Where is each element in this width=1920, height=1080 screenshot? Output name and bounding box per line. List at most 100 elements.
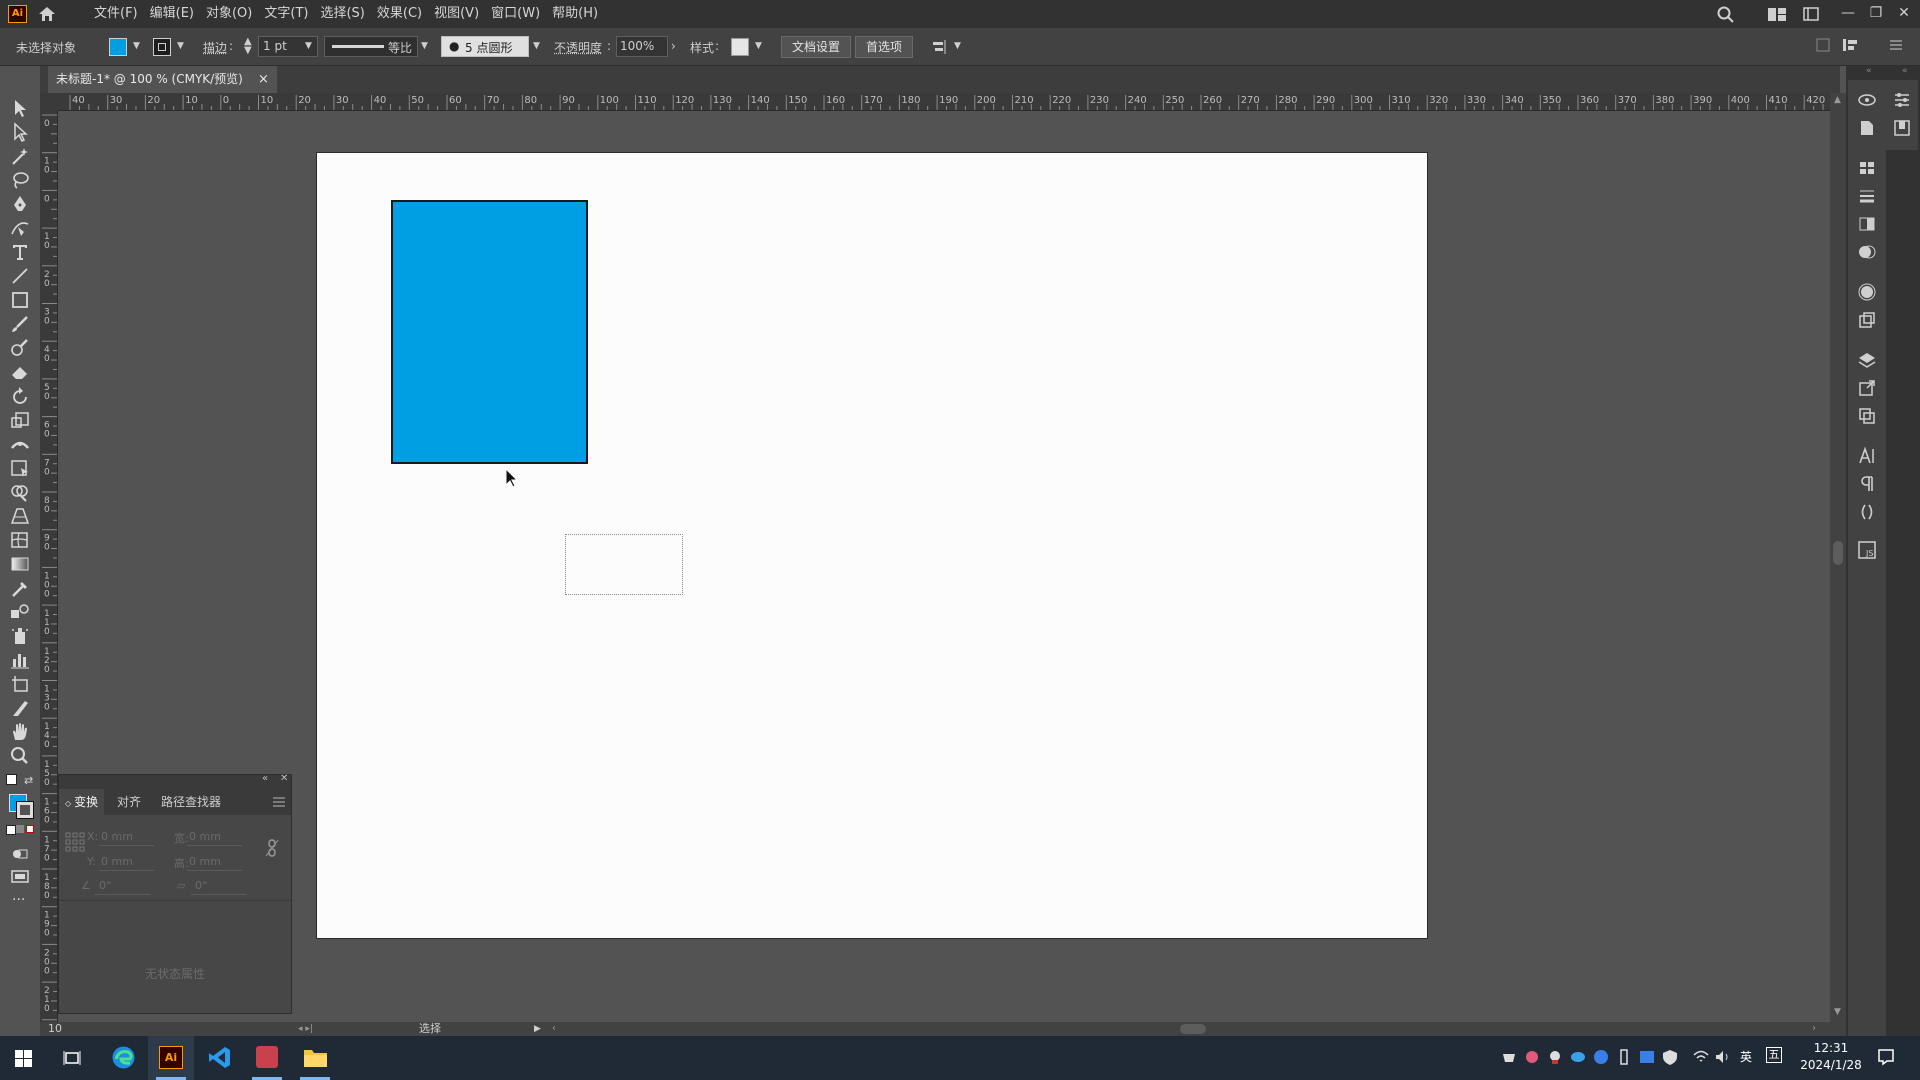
menu-file[interactable]: 文件(F) <box>88 0 144 28</box>
tab-pathfinder[interactable]: 路径查找器 <box>155 789 227 815</box>
notification-icon[interactable] <box>1877 1048 1895 1066</box>
tray-icon-5[interactable] <box>1592 1048 1610 1066</box>
shaper-tool-icon[interactable] <box>9 338 31 358</box>
zoom-tool-icon[interactable] <box>9 746 31 766</box>
symbol-sprayer-tool-icon[interactable] <box>9 626 31 646</box>
stroke-color-swatch[interactable] <box>153 38 171 56</box>
artboard-tool-icon[interactable] <box>9 674 31 694</box>
taskbar-clock[interactable]: 12:31 2024/1/28 <box>1795 1040 1867 1074</box>
task-view-icon[interactable] <box>63 1050 81 1066</box>
taskbar-file-explorer[interactable] <box>292 1036 338 1080</box>
tray-icon-4[interactable] <box>1569 1048 1587 1066</box>
arrange-documents-icon[interactable] <box>1768 8 1786 21</box>
collapse-dock-right-icon[interactable]: « <box>1902 66 1908 76</box>
width-tool-icon[interactable] <box>9 434 31 454</box>
tray-icon-7[interactable] <box>1638 1048 1656 1066</box>
constrain-proportions-icon[interactable] <box>265 839 279 857</box>
profile-dropdown-icon[interactable]: ▼ <box>421 41 428 51</box>
menu-view[interactable]: 视图(V) <box>428 0 485 28</box>
vertical-ruler[interactable]: 0100102030405060708090100110120130140150… <box>40 111 58 1022</box>
panel-menu-icon[interactable] <box>273 797 285 807</box>
stroke-weight-dropdown-icon[interactable]: ▼ <box>305 41 312 51</box>
reference-point-icon[interactable] <box>65 832 85 852</box>
horizontal-ruler[interactable]: 40 30 20 10 0 10 20 30 40 50 60 70 80 90 100 110 120 130 1… <box>58 93 1830 111</box>
asset-export-icon[interactable] <box>1857 378 1877 398</box>
rectangle-tool-icon[interactable] <box>9 290 31 310</box>
restore-button[interactable]: ❐ <box>1862 0 1890 28</box>
transparency-icon[interactable] <box>1857 242 1877 262</box>
perspective-grid-tool-icon[interactable] <box>9 506 31 526</box>
taskbar-app-red[interactable] <box>244 1036 290 1080</box>
default-colors-icon[interactable] <box>6 774 17 785</box>
shape-builder-tool-icon[interactable] <box>9 482 31 502</box>
tab-align[interactable]: 对齐 <box>111 789 147 815</box>
selection-tool-icon[interactable] <box>9 98 31 118</box>
properties-icon[interactable] <box>1857 118 1877 138</box>
align-to-icon[interactable] <box>932 39 948 55</box>
screen-mode-icon[interactable] <box>9 866 31 886</box>
slice-tool-icon[interactable] <box>9 698 31 718</box>
graphic-styles-icon[interactable] <box>1857 310 1877 330</box>
collapse-dock-left-icon[interactable]: « <box>1866 66 1872 76</box>
opentype-icon[interactable] <box>1857 502 1877 522</box>
menu-edit[interactable]: 编辑(E) <box>144 0 200 28</box>
appearance-icon[interactable] <box>1857 282 1877 302</box>
eyedropper-tool-icon[interactable] <box>9 578 31 598</box>
pen-tool-icon[interactable] <box>9 194 31 214</box>
blend-tool-icon[interactable] <box>9 602 31 622</box>
blue-rectangle[interactable] <box>391 200 588 464</box>
none-mode-icon[interactable] <box>26 825 34 833</box>
control-menu-icon[interactable] <box>1889 38 1903 52</box>
panel-header[interactable]: « ✕ <box>59 773 291 789</box>
arrange-icon[interactable] <box>1842 38 1858 52</box>
zoom-level[interactable]: 10 <box>48 1022 62 1036</box>
scale-tool-icon[interactable] <box>9 410 31 430</box>
usb-icon[interactable] <box>1615 1048 1633 1066</box>
scroll-up-icon[interactable]: ▲ <box>1834 95 1841 105</box>
artboards-panel-icon[interactable] <box>1857 406 1877 426</box>
curvature-tool-icon[interactable] <box>9 218 31 238</box>
illustrator-logo[interactable]: Ai <box>8 5 27 23</box>
line-segment-tool-icon[interactable] <box>9 266 31 286</box>
color-mode-icon[interactable] <box>6 825 16 835</box>
close-document-icon[interactable]: × <box>258 66 269 93</box>
document-setup-button[interactable]: 文档设置 <box>781 36 852 58</box>
search-icon[interactable] <box>1717 6 1734 23</box>
hand-tool-icon[interactable] <box>9 722 31 742</box>
windows-start-icon[interactable] <box>15 1050 32 1067</box>
current-tool-status[interactable]: 选择 <box>419 1022 441 1036</box>
scroll-left-icon[interactable]: ‹ <box>552 1022 556 1036</box>
menu-object[interactable]: 对象(O) <box>200 0 258 28</box>
opacity-label[interactable]: 不透明度 <box>554 39 602 56</box>
direct-selection-tool-icon[interactable] <box>9 122 31 142</box>
network-icon[interactable] <box>1692 1048 1710 1066</box>
workspace-icon[interactable] <box>1803 7 1819 21</box>
stroke-dropdown-icon[interactable]: ▼ <box>177 41 184 51</box>
stroke-panel-icon[interactable] <box>1857 186 1877 206</box>
stroke-stepper-icon[interactable]: ▲ ▼ <box>244 37 252 56</box>
layers-icon[interactable] <box>1857 350 1877 370</box>
tray-icon-2[interactable] <box>1523 1048 1541 1066</box>
close-window-button[interactable]: ✕ <box>1890 0 1918 28</box>
color-guide-icon[interactable] <box>1857 90 1877 110</box>
security-icon[interactable] <box>1661 1048 1679 1066</box>
taskbar-illustrator[interactable]: Ai <box>148 1036 194 1080</box>
ime-language[interactable]: 英 <box>1740 1048 1752 1065</box>
menu-help[interactable]: 帮助(H) <box>546 0 604 28</box>
fill-color-swatch[interactable] <box>109 38 127 56</box>
preferences-button[interactable]: 首选项 <box>855 36 914 58</box>
script-panel-icon[interactable]: JS <box>1857 540 1877 560</box>
taskbar-edge[interactable] <box>100 1036 146 1080</box>
minimize-button[interactable]: — <box>1834 0 1862 28</box>
tray-icon-1[interactable] <box>1500 1048 1518 1066</box>
tab-transform[interactable]: ◇ 变换 <box>59 789 105 815</box>
magic-wand-tool-icon[interactable] <box>9 146 31 166</box>
gradient-tool-icon[interactable] <box>9 554 31 574</box>
tray-icon-3[interactable] <box>1546 1048 1564 1066</box>
gradient-panel-icon[interactable] <box>1857 214 1877 234</box>
eraser-tool-icon[interactable] <box>9 362 31 382</box>
align-dropdown-icon[interactable]: ▼ <box>954 41 961 51</box>
document-tab[interactable]: 未标题-1* @ 100 % (CMYK/预览) × <box>48 66 277 93</box>
status-menu-icon[interactable]: ▶ <box>534 1022 541 1036</box>
menu-select[interactable]: 选择(S) <box>314 0 370 28</box>
